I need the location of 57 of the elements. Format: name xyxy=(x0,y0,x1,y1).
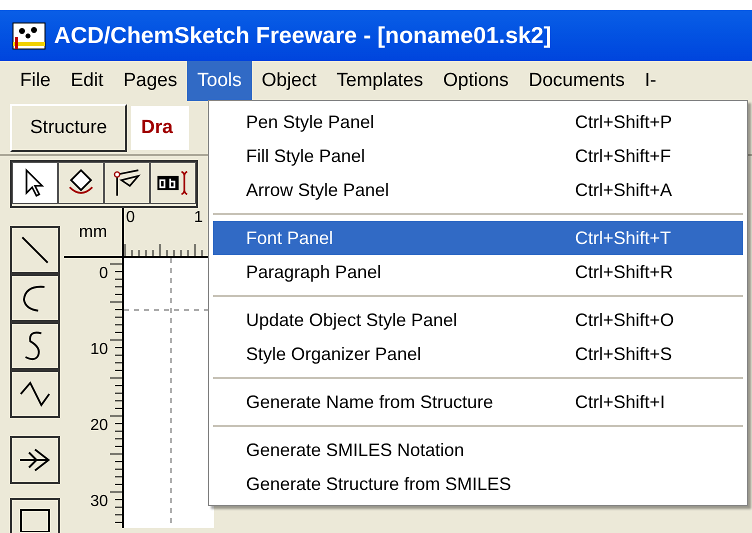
menu-item[interactable]: Tools xyxy=(187,61,252,101)
menu-item[interactable]: I- xyxy=(634,61,666,101)
menu-option[interactable]: Generate SMILES Notation xyxy=(213,433,743,467)
shortcut-text: Ctrl+Shift+F xyxy=(575,144,672,168)
menu-option[interactable]: Arrow Style Panel Ctrl+Shift+A xyxy=(213,173,743,207)
ruler-label: 10 xyxy=(90,342,108,358)
shortcut-text: Ctrl+Shift+P xyxy=(575,110,672,134)
menu-option[interactable]: Update Object Style Panel Ctrl+Shift+O xyxy=(213,303,743,337)
option-label: Fill Style Panel xyxy=(245,144,366,168)
option-label: Pen Style Panel xyxy=(245,110,376,134)
ruler-label: 0 xyxy=(126,210,135,226)
shortcut-text: Ctrl+Shift+R xyxy=(575,260,674,284)
ruler-label: 1 xyxy=(194,210,203,226)
menu-item[interactable]: Options xyxy=(433,61,519,101)
drawing-tool-button[interactable] xyxy=(10,498,60,533)
menu-option[interactable]: Font Panel Ctrl+Shift+T xyxy=(213,221,743,255)
mode-tab[interactable]: Dra xyxy=(129,104,192,152)
menu-option[interactable]: Paragraph Panel Ctrl+Shift+R xyxy=(213,255,743,289)
option-label: Style Organizer Panel xyxy=(245,342,422,366)
menu-option[interactable]: Style Organizer Panel Ctrl+Shift+S xyxy=(213,337,743,371)
tool-button[interactable] xyxy=(150,162,196,204)
menu-item[interactable]: Object xyxy=(252,61,327,101)
menu-item[interactable]: File xyxy=(10,61,61,101)
option-label: Arrow Style Panel xyxy=(245,178,390,202)
option-label: Font Panel xyxy=(245,226,334,250)
ruler-label: 20 xyxy=(90,418,108,434)
tool-button[interactable] xyxy=(12,162,58,204)
shortcut-text: Ctrl+Shift+O xyxy=(575,308,674,332)
shortcut-text: Ctrl+Shift+S xyxy=(575,342,672,366)
window-title: ACD/ChemSketch Freeware - [noname01.sk2] xyxy=(54,21,552,50)
option-label: Generate Structure from SMILES xyxy=(245,472,512,496)
option-label: Generate SMILES Notation xyxy=(245,438,466,462)
tool-button[interactable] xyxy=(104,162,150,204)
option-label: Update Object Style Panel xyxy=(245,308,458,332)
menu-option[interactable]: Pen Style Panel Ctrl+Shift+P xyxy=(213,105,743,139)
option-label: Generate Name from Structure xyxy=(245,390,494,414)
menu-item[interactable]: Documents xyxy=(518,61,635,101)
shortcut-text: Ctrl+Shift+I xyxy=(575,390,666,414)
drawing-tool-button[interactable] xyxy=(10,274,60,322)
menu-option[interactable]: Generate Structure from SMILES xyxy=(213,467,743,501)
mode-tab[interactable]: Structure xyxy=(10,104,128,152)
shortcut-text: Ctrl+Shift+A xyxy=(575,178,672,202)
menu-item[interactable]: Templates xyxy=(326,61,434,101)
drawing-tool-button[interactable] xyxy=(10,322,60,370)
drawing-tool-button[interactable] xyxy=(10,226,60,274)
app-icon xyxy=(12,20,46,50)
option-label: Paragraph Panel xyxy=(245,260,382,284)
drawing-tool-button[interactable] xyxy=(10,370,60,418)
ruler-label: 30 xyxy=(90,494,108,510)
ruler-label: 0 xyxy=(99,266,108,282)
tool-button[interactable] xyxy=(58,162,104,204)
menu-item[interactable]: Pages xyxy=(113,61,188,101)
menu-item[interactable]: Edit xyxy=(60,61,114,101)
menu-option[interactable]: Generate Name from Structure Ctrl+Shift+I xyxy=(213,385,743,419)
drawing-tool-button[interactable] xyxy=(10,436,60,484)
shortcut-text: Ctrl+Shift+T xyxy=(575,226,672,250)
menu-option[interactable]: Fill Style Panel Ctrl+Shift+F xyxy=(213,139,743,173)
